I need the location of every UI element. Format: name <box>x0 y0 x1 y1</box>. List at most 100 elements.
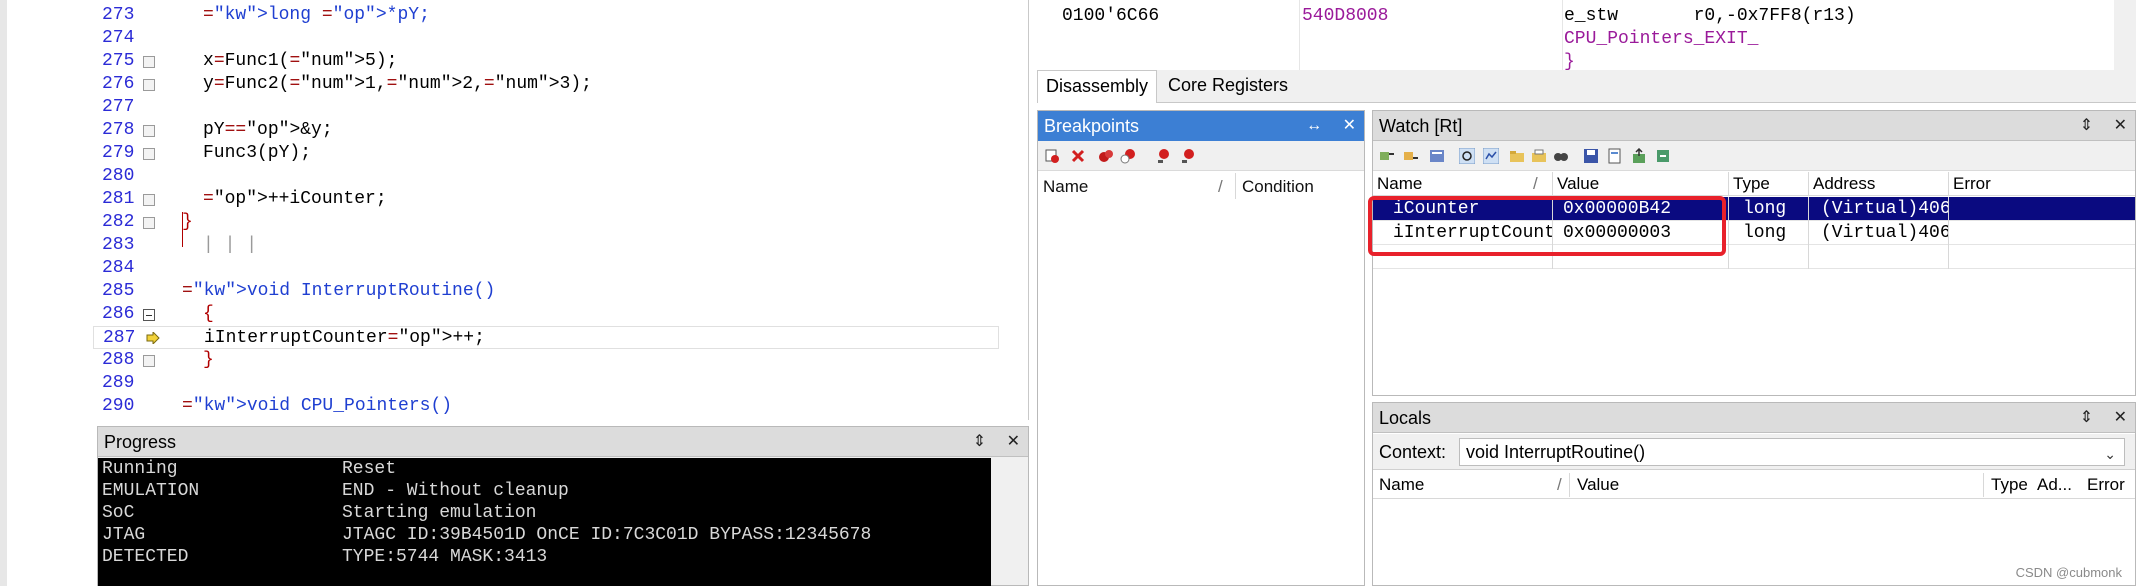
collapse-toggle[interactable] <box>143 309 155 321</box>
resize-arrows-icon[interactable]: ↔ <box>1306 117 1322 134</box>
code-line[interactable]: 281 ="op">++iCounter; <box>93 188 999 211</box>
line-marker[interactable] <box>143 217 155 229</box>
memory-view-icon[interactable] <box>1429 148 1445 164</box>
code-line[interactable]: 284 <box>93 257 999 280</box>
column-header-address[interactable]: Address <box>1809 172 1949 196</box>
line-marker[interactable] <box>143 56 155 68</box>
code-line[interactable]: 290 ="kw">void CPU_Pointers() <box>93 395 999 418</box>
column-header-error[interactable]: Error <box>2083 471 2125 499</box>
code-line[interactable]: 286 { <box>93 303 999 326</box>
code-line[interactable]: 287 iInterruptCounter="op">++; <box>93 326 999 349</box>
code-line[interactable]: 276 y=Func2(="num">1,="num">2,="num">3); <box>93 73 999 96</box>
code-text: } <box>182 212 193 232</box>
progress-row: Running Reset <box>102 458 991 480</box>
left-gutter <box>0 0 7 586</box>
column-header-type[interactable]: Type <box>1729 172 1809 196</box>
progress-panel: Progress ⇕ ✕ Running Reset EMULATION END - … <box>97 426 1029 586</box>
pin-icon[interactable]: ⇕ <box>2080 409 2093 426</box>
line-number: 284 <box>102 258 135 278</box>
code-line[interactable]: 283 | | | <box>93 234 999 257</box>
line-marker[interactable] <box>143 125 155 137</box>
column-header-condition[interactable]: Condition <box>1242 177 1314 197</box>
code-text: y=Func2(="num">1,="num">2,="num">3); <box>203 74 592 94</box>
pin-icon[interactable]: ⇕ <box>973 433 986 450</box>
close-icon[interactable]: ✕ <box>2114 117 2127 134</box>
options-icon[interactable] <box>1655 148 1671 164</box>
chevron-down-icon[interactable]: ⌄ <box>2104 441 2116 467</box>
code-line[interactable]: 275 x=Func1(="num">5); <box>93 50 999 73</box>
annotation-highlight-box <box>1368 196 1726 256</box>
code-editor[interactable]: 273 ="kw">long ="op">*pY; 274 275 x=Func1(="… <box>93 0 1029 420</box>
progress-key: SoC <box>102 503 135 523</box>
code-text: | | | <box>203 235 258 255</box>
close-icon[interactable]: ✕ <box>1343 117 1356 134</box>
breakpoint-properties-icon[interactable] <box>1180 148 1196 164</box>
code-text: ="kw">void CPU_Pointers() <box>182 396 453 416</box>
column-header-name[interactable]: Name <box>1043 177 1088 197</box>
code-line[interactable]: 280 <box>93 165 999 188</box>
sort-indicator: / <box>1557 475 1562 494</box>
code-line[interactable]: 279 Func3(pY); <box>93 142 999 165</box>
disasm-scrollbar[interactable] <box>2114 0 2136 70</box>
find-icon[interactable] <box>1553 148 1569 164</box>
disasm-label: CPU_Pointers_EXIT_ <box>1564 29 1759 49</box>
save-icon[interactable] <box>1583 148 1599 164</box>
context-select[interactable]: void InterruptRoutine() ⌄ <box>1459 438 2125 466</box>
pin-icon[interactable]: ⇕ <box>2080 117 2093 134</box>
close-icon[interactable]: ✕ <box>1007 433 1020 450</box>
line-marker[interactable] <box>143 79 155 91</box>
watch-type <box>1729 245 1809 269</box>
execution-arrow-icon <box>146 332 160 344</box>
code-line[interactable]: 288} <box>93 349 999 372</box>
column-separator <box>1299 0 1300 70</box>
line-number: 288 <box>102 350 135 370</box>
export-icon[interactable] <box>1607 148 1623 164</box>
refresh-icon[interactable] <box>1459 148 1475 164</box>
line-marker[interactable] <box>143 194 155 206</box>
column-header-error[interactable]: Error <box>1949 172 2135 196</box>
watch-type: long <box>1729 221 1809 245</box>
close-icon[interactable]: ✕ <box>2114 409 2127 426</box>
line-number: 276 <box>102 74 135 94</box>
disasm-instruction: e_stw r0,-0x7FF8(r13) <box>1564 6 1856 26</box>
new-breakpoint-icon[interactable] <box>1044 148 1060 164</box>
folder-icon[interactable] <box>1509 148 1525 164</box>
code-line[interactable]: 273 ="kw">long ="op">*pY; <box>93 4 999 27</box>
column-header-value[interactable]: Value <box>1573 471 1619 499</box>
column-header-type[interactable]: Type <box>1987 471 2028 499</box>
tab-core-registers[interactable]: Core Registers <box>1160 70 1296 103</box>
line-marker[interactable] <box>143 148 155 160</box>
import-icon[interactable] <box>1631 148 1647 164</box>
code-line[interactable]: 274 <box>93 27 999 50</box>
remove-watch-icon[interactable] <box>1403 148 1419 164</box>
progress-value: END - Without cleanup <box>342 481 569 501</box>
add-watch-icon[interactable] <box>1379 148 1395 164</box>
open-watch-icon[interactable] <box>1531 148 1547 164</box>
column-header-address[interactable]: Ad... <box>2033 471 2072 499</box>
code-line[interactable]: 278 pY=="op">&y; <box>93 119 999 142</box>
tab-bar: Disassembly Core Registers <box>1037 70 2136 103</box>
delete-icon[interactable] <box>1070 148 1086 164</box>
line-number: 274 <box>102 28 135 48</box>
column-header-value[interactable]: Value <box>1553 172 1729 196</box>
code-line[interactable]: 285 ="kw">void InterruptRoutine() <box>93 280 999 303</box>
code-line[interactable]: 282} <box>93 211 999 234</box>
column-header-name[interactable]: Name / <box>1373 172 1553 196</box>
line-marker[interactable] <box>143 355 155 367</box>
tab-disassembly[interactable]: Disassembly <box>1037 70 1158 103</box>
progress-row: EMULATION END - Without cleanup <box>102 480 991 502</box>
code-line[interactable]: 289 <box>93 372 999 395</box>
delete-all-icon[interactable] <box>1098 148 1114 164</box>
disable-breakpoints-icon[interactable] <box>1120 148 1136 164</box>
breakpoints-panel: Breakpoints ↔ ✕ Name / Condition <box>1037 110 1365 586</box>
realtime-icon[interactable] <box>1483 148 1499 164</box>
code-text: { <box>203 304 214 324</box>
go-to-breakpoint-icon[interactable] <box>1156 148 1172 164</box>
column-separator <box>1562 0 1563 70</box>
column-header-name[interactable]: Name <box>1375 471 1424 499</box>
locals-title: Locals <box>1379 408 1432 428</box>
line-number: 273 <box>102 5 135 25</box>
code-line[interactable]: 277 <box>93 96 999 119</box>
disassembly-view[interactable]: 0100'6C66 540D8008 e_stw r0,-0x7FF8(r13)… <box>1037 0 2136 70</box>
line-number: 279 <box>102 143 135 163</box>
